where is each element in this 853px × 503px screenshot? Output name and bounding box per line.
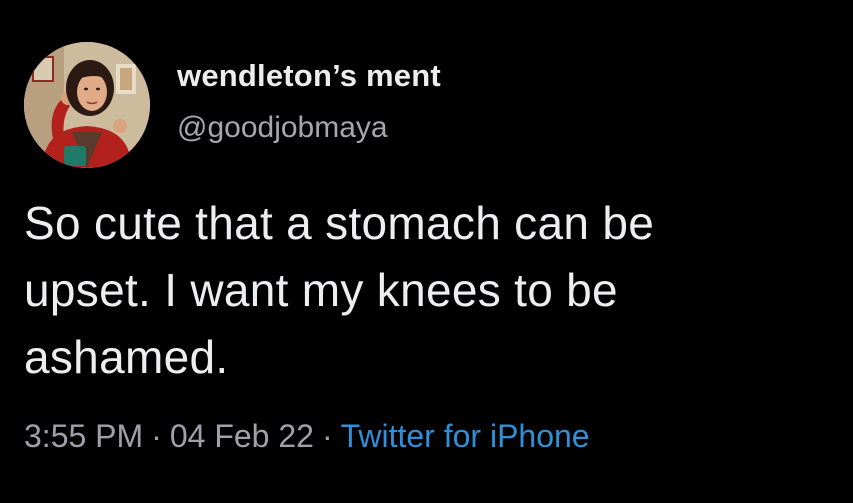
tweet-card: wendleton’s ment @goodjobmaya So cute th…	[0, 0, 853, 503]
avatar-photo	[24, 42, 150, 168]
tweet-text: So cute that a stomach can be upset. I w…	[24, 190, 834, 391]
tweet-time[interactable]: 3:55 PM	[24, 418, 143, 454]
display-name[interactable]: wendleton’s ment	[177, 58, 441, 94]
tweet-source-link[interactable]: Twitter for iPhone	[341, 418, 590, 454]
tweet-meta: 3:55 PM · 04 Feb 22 · Twitter for iPhone	[24, 418, 590, 455]
tweet-text-line: ashamed.	[24, 331, 229, 383]
tweet-text-line: upset. I want my knees to be	[24, 264, 618, 316]
meta-separator: ·	[151, 418, 162, 454]
user-handle[interactable]: @goodjobmaya	[177, 111, 388, 145]
avatar[interactable]	[24, 42, 150, 168]
meta-separator: ·	[321, 418, 333, 454]
tweet-date[interactable]: 04 Feb 22	[170, 418, 314, 454]
tweet-text-line: So cute that a stomach can be	[24, 197, 655, 249]
